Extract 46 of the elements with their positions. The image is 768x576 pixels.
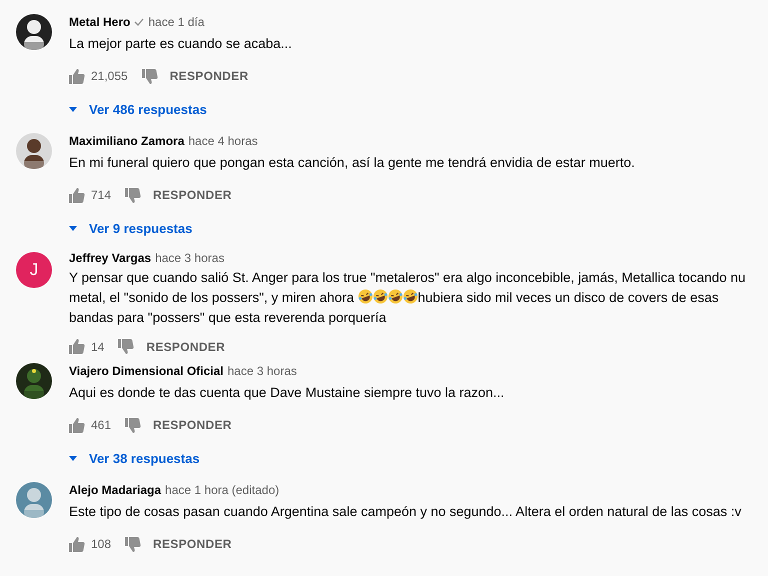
thumbs-down-icon[interactable] <box>125 418 142 432</box>
author-name[interactable]: Alejo Madariaga <box>69 483 162 497</box>
comment-text: Aqui es donde te das cuenta que Dave Mustaine siempre tuvo la razon... <box>69 384 506 402</box>
laughing-face-icon <box>402 289 418 304</box>
comment-time[interactable]: hace 3 horas <box>155 251 224 266</box>
like-count: 14 <box>91 340 104 354</box>
thumbs-up-icon[interactable] <box>69 418 85 432</box>
caret-icon <box>69 106 77 112</box>
thumbs-down-icon[interactable] <box>125 188 142 202</box>
comment-text: Este tipo de cosas pasan cuando Argentina sale campeón y no segundo... Altera el orden natural de las cosas :v <box>69 503 742 521</box>
thumbs-down-icon[interactable] <box>118 339 134 354</box>
caret-icon <box>69 226 77 230</box>
author-name[interactable]: Metal Hero <box>69 15 130 29</box>
caret-icon <box>69 456 77 460</box>
thumbs-up-icon[interactable] <box>69 68 85 84</box>
view-replies-button[interactable]: Ver 486 respuestas <box>69 98 207 120</box>
comment-text: Y pensar que cuando salió St. Anger para los true "metaleros" era algo inconcebible, jamás, Metallica tocando nu metal, el "sonido de los possers", y miren ahora hubiera sido mil veces un disco de covers de esas bandas para "possers" que esta reverenda porquería <box>69 269 746 328</box>
laughing-face-icon <box>388 289 403 304</box>
like-count: 461 <box>91 418 112 432</box>
reply-button[interactable]: RESPONDER <box>134 340 226 354</box>
view-replies-button[interactable]: Ver 38 respuestas <box>69 447 200 469</box>
comment-time[interactable]: hace 1 día <box>148 15 204 29</box>
reply-button[interactable]: RESPONDER <box>141 188 232 202</box>
reply-button[interactable]: RESPONDER <box>141 418 232 432</box>
like-count: 108 <box>91 537 112 551</box>
like-count: 714 <box>91 188 112 202</box>
view-replies-button[interactable]: Ver 9 respuestas <box>69 217 192 239</box>
avatar[interactable]: J <box>16 252 52 288</box>
laughing-face-icon <box>372 289 388 304</box>
thumbs-down-icon[interactable] <box>142 68 158 84</box>
like-count: 21,055 <box>91 69 128 83</box>
thumbs-up-icon[interactable] <box>69 536 85 552</box>
reply-button[interactable]: RESPONDER <box>141 537 232 551</box>
author-name[interactable]: Viajero Dimensional Oficial <box>69 364 224 378</box>
comment-text: En mi funeral quiero que pongan esta canción, así la gente me tendrá envidia de estar muerto. <box>69 154 636 172</box>
reply-button[interactable]: RESPONDER <box>158 69 248 83</box>
author-name[interactable]: Jeffrey Vargas <box>69 251 152 266</box>
thumbs-up-icon[interactable] <box>69 339 85 354</box>
comment-time[interactable]: hace 4 horas <box>188 134 258 148</box>
comment-time[interactable]: hace 3 horas <box>228 364 297 378</box>
thumbs-down-icon[interactable] <box>125 536 142 552</box>
laughing-face-icon <box>358 289 373 304</box>
thumbs-up-icon[interactable] <box>69 188 85 202</box>
comment-time[interactable]: hace 1 hora (editado) <box>165 483 280 497</box>
comment-text: La mejor parte es cuando se acaba... <box>69 35 293 53</box>
author-name[interactable]: Maximiliano Zamora <box>69 134 184 148</box>
